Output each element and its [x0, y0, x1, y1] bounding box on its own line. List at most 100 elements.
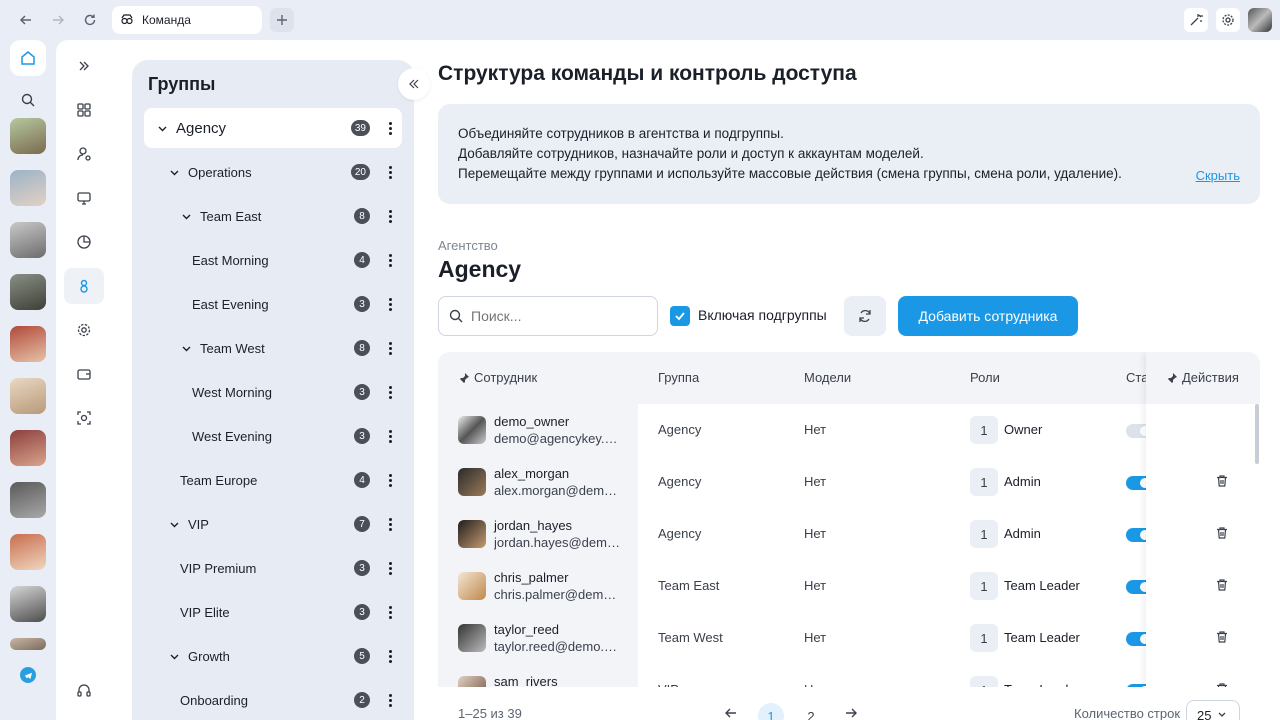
employee-role[interactable]: Owner	[1004, 422, 1042, 437]
more-vertical-icon[interactable]	[388, 605, 392, 619]
model-avatar[interactable]	[10, 482, 46, 518]
employee-role[interactable]: Team Leader	[1004, 682, 1080, 687]
trash-icon[interactable]	[1215, 630, 1231, 646]
magic-wand-button[interactable]	[1184, 8, 1208, 32]
more-vertical-icon[interactable]	[388, 165, 392, 179]
employee-name[interactable]: taylor_reed	[494, 622, 559, 637]
more-vertical-icon[interactable]	[388, 341, 392, 355]
chevron-down-icon[interactable]	[168, 651, 180, 662]
next-page-button[interactable]	[842, 704, 860, 720]
add-employee-button[interactable]: Добавить сотрудника	[898, 296, 1078, 336]
trash-icon[interactable]	[1215, 526, 1231, 542]
nav-team[interactable]	[64, 268, 104, 304]
hide-link[interactable]: Скрыть	[1196, 166, 1240, 186]
more-vertical-icon[interactable]	[388, 517, 392, 531]
group-item[interactable]: Agency 39	[144, 108, 402, 148]
rows-per-page-select[interactable]: 25	[1186, 700, 1240, 720]
employee-role[interactable]: Admin	[1004, 526, 1041, 541]
group-item[interactable]: East Morning 4	[144, 240, 402, 280]
chevron-down-icon[interactable]	[156, 123, 168, 134]
group-item[interactable]: VIP Premium 3	[144, 548, 402, 588]
group-item[interactable]: East Evening 3	[144, 284, 402, 324]
chevron-down-icon[interactable]	[168, 519, 180, 530]
group-item[interactable]: Team East 8	[144, 196, 402, 236]
new-tab-button[interactable]	[270, 8, 294, 32]
model-avatar[interactable]	[10, 222, 46, 258]
col-models[interactable]: Модели	[804, 370, 851, 385]
chevron-down-icon[interactable]	[180, 211, 192, 222]
employee-name[interactable]: jordan_hayes	[494, 518, 572, 533]
rail-search-button[interactable]	[16, 88, 40, 112]
search-input[interactable]	[471, 308, 641, 324]
employee-role[interactable]: Admin	[1004, 474, 1041, 489]
nav-settings[interactable]	[64, 312, 104, 348]
more-vertical-icon[interactable]	[388, 429, 392, 443]
employee-name[interactable]: demo_owner	[494, 414, 569, 429]
model-avatar[interactable]	[10, 326, 46, 362]
group-item[interactable]: VIP Elite 3	[144, 592, 402, 632]
table-row[interactable]: taylor_reed taylor.reed@demo.com Team West…	[438, 612, 1260, 664]
nav-wallet[interactable]	[64, 356, 104, 392]
group-item[interactable]: Team West 8	[144, 328, 402, 368]
nav-monitor[interactable]	[64, 180, 104, 216]
employee-role[interactable]: Team Leader	[1004, 578, 1080, 593]
table-row[interactable]: sam_rivers VIP Нет 1 Team Leader	[438, 664, 1260, 687]
table-row[interactable]: demo_owner demo@agencykey.com Agency Нет 1 Ow…	[438, 404, 1260, 456]
col-group[interactable]: Группа	[658, 370, 699, 385]
more-vertical-icon[interactable]	[388, 561, 392, 575]
group-item[interactable]: VIP 7	[144, 504, 402, 544]
model-avatar[interactable]	[10, 170, 46, 206]
group-item[interactable]: Team Europe 4	[144, 460, 402, 500]
more-vertical-icon[interactable]	[388, 693, 392, 707]
more-vertical-icon[interactable]	[388, 209, 392, 223]
model-avatar[interactable]	[10, 638, 46, 650]
group-item[interactable]: Operations 20	[144, 152, 402, 192]
model-avatar[interactable]	[10, 534, 46, 570]
nav-support[interactable]	[64, 672, 104, 708]
telegram-icon[interactable]	[20, 667, 36, 683]
col-employee[interactable]: Сотрудник	[458, 370, 537, 385]
chevron-down-icon[interactable]	[180, 343, 192, 354]
collapse-groups-button[interactable]	[398, 68, 430, 100]
more-vertical-icon[interactable]	[388, 649, 392, 663]
nav-dashboard[interactable]	[64, 92, 104, 128]
forward-icon[interactable]	[46, 8, 70, 32]
table-row[interactable]: jordan_hayes jordan.hayes@demo.com Agency Н…	[438, 508, 1260, 560]
include-subgroups-checkbox[interactable]	[670, 306, 690, 326]
home-button[interactable]	[10, 40, 46, 76]
table-scrollbar[interactable]	[1255, 404, 1259, 464]
group-item[interactable]: Onboarding 2	[144, 680, 402, 720]
nav-analytics[interactable]	[64, 224, 104, 260]
trash-icon[interactable]	[1215, 474, 1231, 490]
more-vertical-icon[interactable]	[388, 473, 392, 487]
chevron-down-icon[interactable]	[168, 167, 180, 178]
more-vertical-icon[interactable]	[388, 297, 392, 311]
browser-tab[interactable]: Команда	[112, 6, 262, 34]
prev-page-button[interactable]	[722, 704, 740, 720]
model-avatar[interactable]	[10, 118, 46, 154]
model-avatar[interactable]	[10, 378, 46, 414]
more-vertical-icon[interactable]	[388, 385, 392, 399]
reload-icon[interactable]	[78, 8, 102, 32]
more-vertical-icon[interactable]	[388, 253, 392, 267]
model-avatar[interactable]	[10, 274, 46, 310]
back-icon[interactable]	[14, 8, 38, 32]
employee-role[interactable]: Team Leader	[1004, 630, 1080, 645]
group-item[interactable]: Growth 5	[144, 636, 402, 676]
employee-name[interactable]: chris_palmer	[494, 570, 568, 585]
refresh-button[interactable]	[844, 296, 886, 336]
include-subgroups-label[interactable]: Включая подгруппы	[698, 307, 827, 323]
trash-icon[interactable]	[1215, 682, 1231, 687]
more-vertical-icon[interactable]	[388, 121, 392, 135]
employee-name[interactable]: alex_morgan	[494, 466, 569, 481]
model-avatar[interactable]	[10, 586, 46, 622]
user-avatar[interactable]	[1248, 8, 1272, 32]
expand-nav-button[interactable]	[64, 48, 104, 84]
search-field[interactable]	[438, 296, 658, 336]
settings-button[interactable]	[1216, 8, 1240, 32]
col-roles[interactable]: Роли	[970, 370, 1000, 385]
nav-scan[interactable]	[64, 400, 104, 436]
col-actions[interactable]: Действия	[1166, 370, 1239, 385]
nav-users[interactable]	[64, 136, 104, 172]
table-row[interactable]: chris_palmer chris.palmer@demo.com Team Ea…	[438, 560, 1260, 612]
